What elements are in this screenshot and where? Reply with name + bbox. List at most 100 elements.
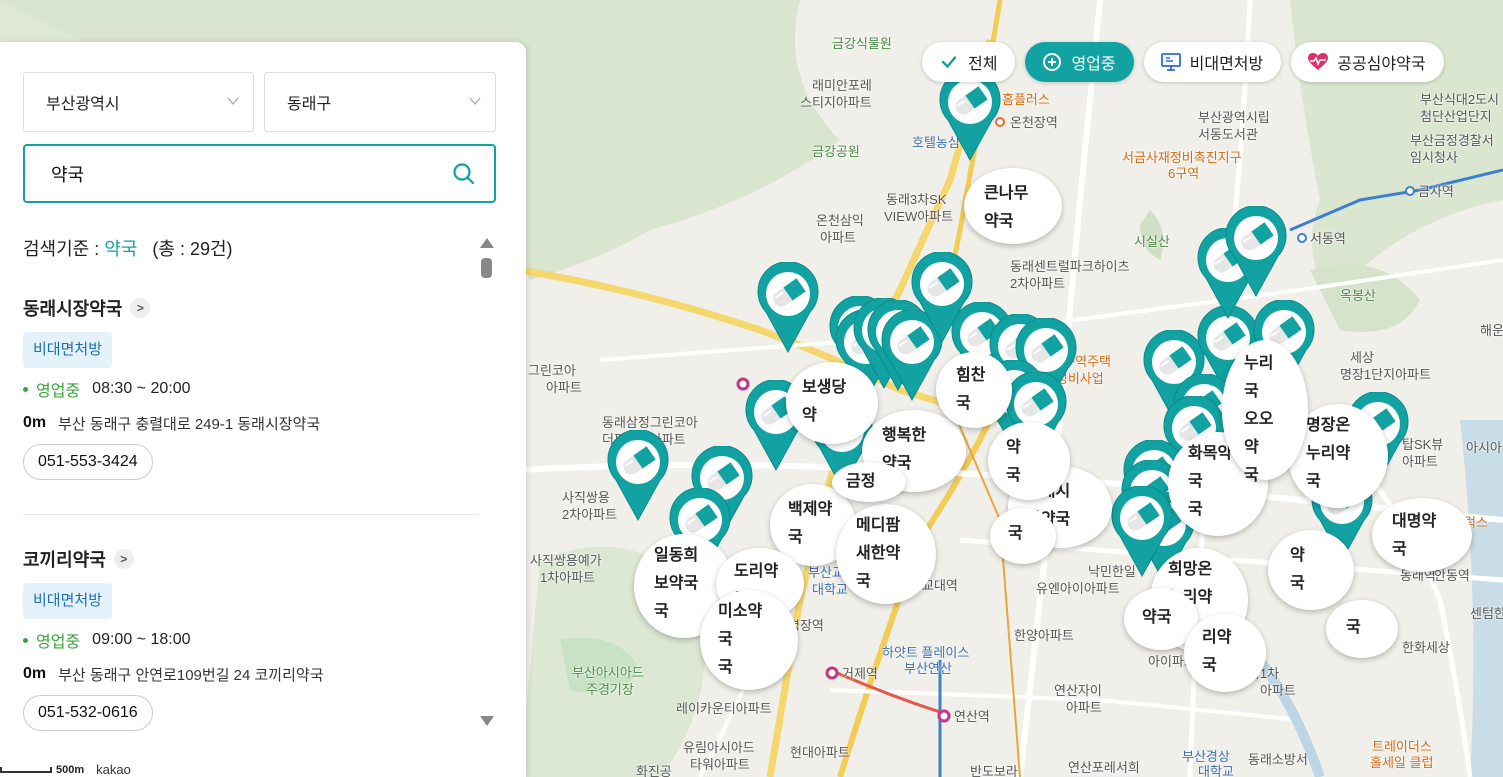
- map-label: 금강공원: [812, 144, 860, 159]
- map-label: 부산광역시립: [1198, 110, 1270, 125]
- scrollbar-thumb[interactable]: [481, 258, 492, 278]
- phone-button[interactable]: 051-553-3424: [23, 444, 153, 480]
- result-item[interactable]: 동래시장약국 > 비대면처방 영업중 08:30 ~ 20:00 0m 부산 동…: [23, 296, 478, 480]
- chevron-right-icon[interactable]: >: [113, 549, 134, 569]
- pharmacy-bubble[interactable]: 약 국: [988, 422, 1070, 500]
- pharmacy-bubble[interactable]: 미소약 국 국: [700, 590, 798, 690]
- map-label: 사직쌍용: [562, 490, 610, 505]
- map-label: 2차아파트: [1010, 276, 1066, 291]
- search-input-value: 약국: [51, 164, 85, 185]
- map-label: 연산자이: [1054, 683, 1102, 698]
- map-label: 첨단산업단지: [1420, 109, 1492, 124]
- result-hours: 영업중 08:30 ~ 20:00: [23, 378, 478, 400]
- pharmacy-bubble[interactable]: 금정: [832, 462, 906, 502]
- map-label: 센텀한: [1470, 606, 1503, 621]
- distance-text: 0m: [23, 414, 47, 431]
- map-label: 부산경상: [1182, 749, 1230, 764]
- pharmacy-bubble[interactable]: 보생당 약: [786, 362, 878, 444]
- chevron-down-icon: [469, 97, 481, 106]
- map-label: 온천장역: [1010, 115, 1058, 130]
- filter-telemedicine-button[interactable]: 비대면처방: [1143, 42, 1282, 82]
- pharmacy-bubble[interactable]: 국: [1326, 600, 1398, 658]
- pharmacy-bubble[interactable]: 누리 국 오오약 국: [1222, 340, 1308, 484]
- map-label: 홈플러스: [1002, 92, 1050, 107]
- map-label: 아파트: [1260, 683, 1296, 698]
- heartbeat-icon: [1307, 51, 1329, 73]
- map-label: 스티지아파트: [800, 95, 872, 110]
- criteria-keyword: 약국: [104, 239, 138, 259]
- plus-circle-icon: [1041, 51, 1063, 73]
- map-label: 대학교: [812, 582, 848, 597]
- result-item[interactable]: 코끼리약국 > 비대면처방 영업중 09:00 ~ 18:00 0m 부산 동래…: [23, 547, 478, 731]
- map-label: 동래삼정그린코아: [602, 415, 698, 430]
- map-label: 옥봉산: [1340, 288, 1376, 303]
- map-label: 안동역: [1434, 568, 1470, 583]
- status-dot: [23, 637, 28, 643]
- scroll-down-arrow[interactable]: [480, 716, 494, 726]
- monitor-icon: [1160, 51, 1182, 73]
- pill-icon: [607, 430, 669, 522]
- map-label: 6구역: [1168, 166, 1200, 181]
- filter-night-label: 공공심야약국: [1337, 56, 1426, 73]
- map-label: 서동역: [1310, 231, 1346, 246]
- map-label: 서동도서관: [1198, 127, 1258, 142]
- pharmacy-bubble[interactable]: 리약 국: [1184, 614, 1266, 692]
- pharmacy-pin[interactable]: [1224, 206, 1288, 298]
- map-label: 부산아시아드: [572, 665, 644, 680]
- map-label: 타워아파트: [690, 757, 750, 772]
- map-label: 임시청사: [1410, 150, 1458, 165]
- search-input[interactable]: 약국: [23, 144, 496, 203]
- search-icon[interactable]: [452, 162, 476, 186]
- map-label: 유엔아이아파트: [1036, 581, 1120, 596]
- scale-bar: [0, 766, 52, 773]
- address-text: 부산 동래구 안연로109번길 24 코끼리약국: [58, 666, 324, 684]
- filter-all-label: 전체: [968, 56, 998, 73]
- district-select[interactable]: 동래구: [264, 72, 496, 132]
- filter-night-button[interactable]: 공공심야약국: [1291, 42, 1444, 82]
- check-icon: [938, 51, 960, 73]
- map-label: 아시아: [1466, 440, 1502, 455]
- pharmacy-bubble[interactable]: 힘찬 국: [936, 352, 1012, 428]
- distance-text: 0m: [23, 665, 47, 682]
- pill-icon: [939, 70, 1001, 162]
- pharmacy-pin[interactable]: [938, 70, 1002, 162]
- filter-all-button[interactable]: 전체: [922, 42, 1016, 82]
- pharmacy-bubble[interactable]: 대명약 국: [1372, 498, 1472, 572]
- map-label: 반도보라: [970, 764, 1018, 777]
- pharmacy-bubble[interactable]: 약 국: [1268, 530, 1354, 610]
- map-label: 한화세상: [1402, 640, 1450, 655]
- chevron-right-icon[interactable]: >: [130, 298, 151, 318]
- criteria-label: 검색기준 :: [23, 239, 100, 259]
- map-label: 아파트: [820, 230, 856, 245]
- map-label: 사직쌍용예가: [530, 553, 602, 568]
- hours-text: 08:30 ~ 20:00: [92, 380, 191, 397]
- map-label: 화진공: [636, 764, 672, 777]
- map-label: 동래소방서: [1248, 752, 1308, 767]
- city-select[interactable]: 부산광역시: [23, 72, 254, 132]
- map-label: 온천삼익: [816, 213, 864, 228]
- phone-button[interactable]: 051-532-0616: [23, 695, 153, 731]
- scroll-up-arrow[interactable]: [480, 238, 494, 248]
- map-label: 부산금정경찰서: [1410, 133, 1494, 148]
- map-label: 동래3차SK: [886, 192, 947, 207]
- pharmacy-pin[interactable]: [606, 430, 670, 522]
- criteria-total: (총 : 29건): [152, 239, 233, 259]
- map-label: 그린코아: [528, 363, 576, 378]
- pharmacy-bubble[interactable]: 메디팜 새한약 국: [836, 504, 936, 604]
- map-label: 거제역: [842, 666, 878, 681]
- map-label: 유림아시아드: [683, 740, 755, 755]
- search-panel: 부산광역시 동래구 약국 검색기준 : 약국 (총 : 29건) 동래시장약국 …: [0, 42, 526, 777]
- filter-open-label: 영업중: [1071, 56, 1116, 73]
- map-scale: 500m kakao: [0, 762, 131, 777]
- map-label: 래미안포레: [812, 78, 872, 93]
- pharmacy-bubble[interactable]: 큰나무 약국: [964, 168, 1062, 244]
- filter-open-button[interactable]: 영업중: [1025, 42, 1134, 82]
- map-label: 현대아파트: [790, 745, 850, 760]
- pharmacy-pin[interactable]: [756, 262, 820, 354]
- map-label: 아파트: [1066, 700, 1102, 715]
- result-address: 0m 부산 동래구 안연로109번길 24 코끼리약국: [23, 663, 478, 685]
- map-label: 홀세일 클럽: [1370, 755, 1434, 770]
- pharmacy-bubble[interactable]: 국: [990, 508, 1056, 564]
- result-name[interactable]: 코끼리약국 >: [23, 547, 478, 571]
- result-name[interactable]: 동래시장약국 >: [23, 296, 478, 320]
